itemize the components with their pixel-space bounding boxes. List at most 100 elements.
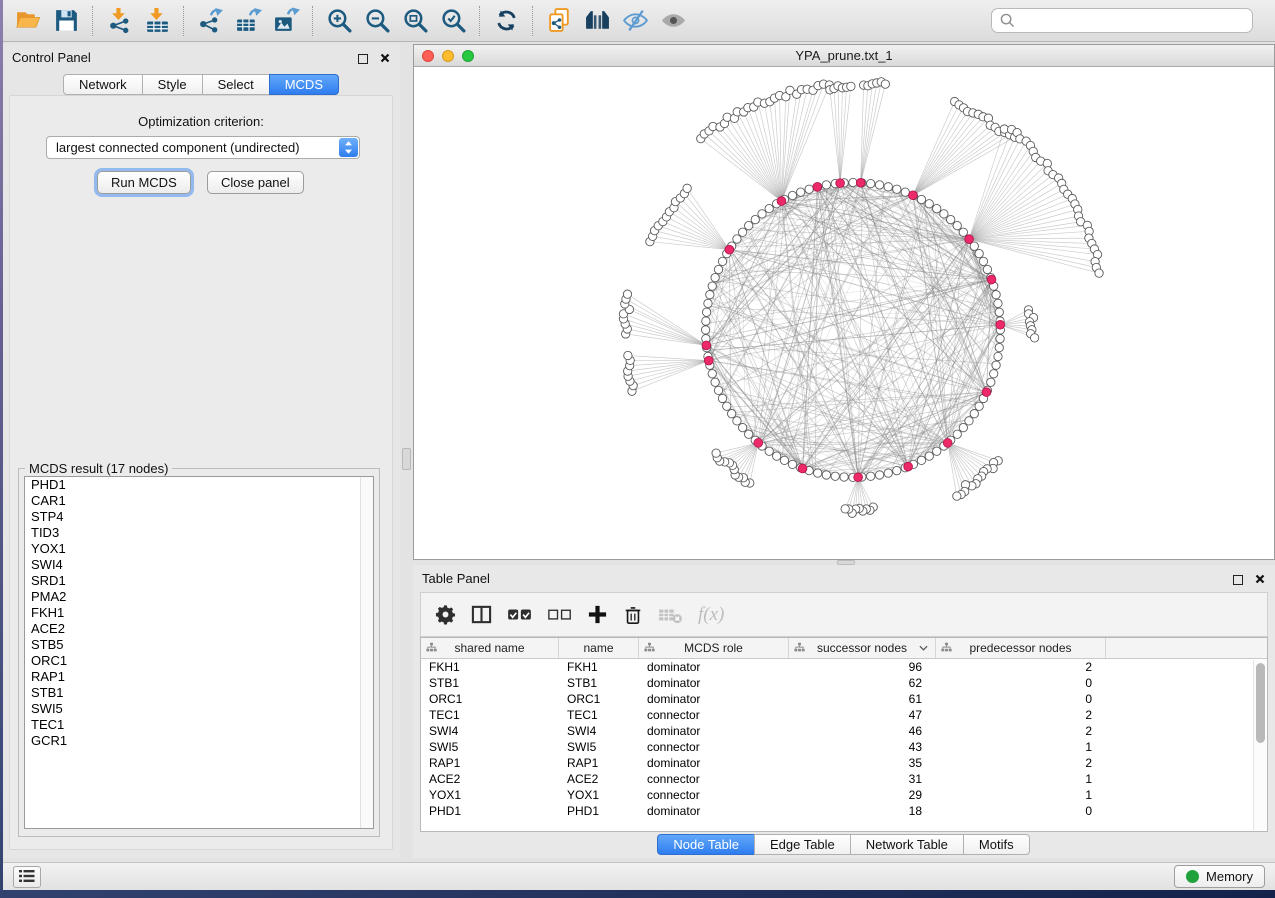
mcds-result-list[interactable]: PHD1CAR1STP4TID3YOX1SWI4SRD1PMA2FKH1ACE2… — [24, 476, 374, 829]
network-canvas[interactable] — [414, 67, 1274, 559]
optimization-criterion-select[interactable]: largest connected component (undirected) — [46, 136, 360, 159]
toolbar-separator — [312, 6, 313, 36]
mcds-result-item[interactable]: PMA2 — [25, 589, 373, 605]
mcds-result-item[interactable]: STP4 — [25, 509, 373, 525]
import-table-from-file-button[interactable] — [138, 3, 176, 39]
change-table-mode-button[interactable] — [435, 604, 456, 625]
zoom-fit-content-button[interactable] — [396, 3, 434, 39]
zoom-in-button[interactable] — [320, 3, 358, 39]
cell-name: SWI4 — [559, 723, 639, 739]
open-session-button[interactable] — [9, 3, 47, 39]
close-icon — [380, 51, 390, 66]
open-icon — [15, 7, 42, 34]
mcds-result-item[interactable]: SWI5 — [25, 701, 373, 717]
table-row[interactable]: SWI4SWI4dominator462 — [421, 723, 1267, 739]
cytoscape-app-window: Control Panel NetworkStyleSelectMCDS Opt… — [3, 0, 1275, 890]
mcds-result-item[interactable]: SRD1 — [25, 573, 373, 589]
new-network-from-selection-button[interactable] — [540, 3, 578, 39]
first-neighbors-button[interactable] — [578, 3, 616, 39]
tab-network-table[interactable]: Network Table — [850, 834, 964, 855]
toggle-panel-layout-button[interactable] — [471, 604, 492, 625]
table-row[interactable]: YOX1YOX1connector291 — [421, 787, 1267, 803]
mcds-result-item[interactable]: ORC1 — [25, 653, 373, 669]
network-window-titlebar[interactable]: YPA_prune.txt_1 — [414, 45, 1274, 67]
export-network-button[interactable] — [191, 3, 229, 39]
memory-button[interactable]: Memory — [1174, 865, 1265, 888]
mcds-result-item[interactable]: ACE2 — [25, 621, 373, 637]
apply-preferred-layout-button[interactable] — [487, 3, 525, 39]
column-header-shared-name[interactable]: shared name — [421, 638, 559, 658]
mcds-result-item[interactable]: TID3 — [25, 525, 373, 541]
column-header-successor-nodes[interactable]: successor nodes — [789, 638, 936, 658]
save-session-button[interactable] — [47, 3, 85, 39]
mcds-result-item[interactable]: PHD1 — [25, 477, 373, 493]
table-row[interactable]: STB1STB1dominator620 — [421, 675, 1267, 691]
delete-table-button[interactable] — [658, 605, 683, 625]
import-network-from-file-button[interactable] — [100, 3, 138, 39]
tab-motifs[interactable]: Motifs — [963, 834, 1030, 855]
table-scrollbar-thumb[interactable] — [1256, 663, 1265, 743]
table-row[interactable]: ACE2ACE2connector311 — [421, 771, 1267, 787]
attribute-tree-icon — [941, 642, 952, 653]
tab-edge-table[interactable]: Edge Table — [754, 834, 851, 855]
close-panel-action-button[interactable]: Close panel — [207, 171, 304, 194]
mcds-result-item[interactable]: GCR1 — [25, 733, 373, 749]
hide-selected-button[interactable] — [616, 3, 654, 39]
create-new-column-button[interactable] — [587, 604, 608, 625]
cell-successor-nodes: 46 — [789, 723, 936, 739]
control-panel-title: Control Panel — [12, 50, 91, 65]
mcds-result-item[interactable]: TEC1 — [25, 717, 373, 733]
cell-predecessor-nodes: 2 — [936, 755, 1106, 771]
zoom-out-icon — [364, 7, 391, 34]
close-panel-button[interactable] — [1255, 572, 1265, 587]
mcds-result-item[interactable]: FKH1 — [25, 605, 373, 621]
table-scrollbar[interactable] — [1253, 660, 1266, 830]
show-all-button[interactable] — [654, 3, 692, 39]
mcds-list-scrollbar[interactable] — [360, 477, 373, 828]
mcds-result-item[interactable]: YOX1 — [25, 541, 373, 557]
zoom-out-button[interactable] — [358, 3, 396, 39]
function-builder-button[interactable]: f(x) — [698, 604, 724, 626]
unselect-all-columns-button[interactable] — [547, 605, 572, 625]
table-row[interactable]: ORC1ORC1dominator610 — [421, 691, 1267, 707]
float-panel-button[interactable] — [358, 54, 368, 64]
export-table-button[interactable] — [229, 3, 267, 39]
mcds-result-item[interactable]: STB1 — [25, 685, 373, 701]
column-header-mcds-role[interactable]: MCDS role — [639, 638, 789, 658]
table-row[interactable]: FKH1FKH1dominator962 — [421, 659, 1267, 675]
tab-style[interactable]: Style — [142, 74, 203, 95]
delete-columns-button[interactable] — [623, 605, 643, 625]
select-stepper-icon — [339, 138, 358, 157]
vertical-splitter[interactable] — [400, 44, 413, 858]
mcds-result-item[interactable]: CAR1 — [25, 493, 373, 509]
mcds-result-item[interactable]: RAP1 — [25, 669, 373, 685]
select-all-columns-button[interactable] — [507, 605, 532, 625]
tab-node-table[interactable]: Node Table — [657, 834, 755, 855]
export-image-button[interactable] — [267, 3, 305, 39]
table-row[interactable]: SWI5SWI5connector431 — [421, 739, 1267, 755]
search-input[interactable] — [1020, 13, 1244, 28]
cell-name: FKH1 — [559, 659, 639, 675]
splitter-grip[interactable] — [402, 448, 411, 470]
search-box[interactable] — [991, 8, 1253, 33]
table-row[interactable]: TEC1TEC1connector472 — [421, 707, 1267, 723]
zoom-selected-button[interactable] — [434, 3, 472, 39]
float-panel-button[interactable] — [1233, 575, 1243, 585]
tab-network[interactable]: Network — [63, 74, 143, 95]
main-toolbar — [3, 0, 1275, 42]
tab-select[interactable]: Select — [202, 74, 270, 95]
cell-name: YOX1 — [559, 787, 639, 803]
tab-mcds[interactable]: MCDS — [269, 74, 339, 95]
column-header-predecessor-nodes[interactable]: predecessor nodes — [936, 638, 1106, 658]
close-panel-button[interactable] — [380, 51, 390, 66]
memory-status-icon — [1186, 870, 1199, 883]
ui-settings-button[interactable] — [13, 866, 41, 888]
table-row[interactable]: RAP1RAP1dominator352 — [421, 755, 1267, 771]
column-header-name[interactable]: name — [559, 638, 639, 658]
run-mcds-button[interactable]: Run MCDS — [97, 171, 191, 194]
mcds-result-item[interactable]: SWI4 — [25, 557, 373, 573]
cell-name: STB1 — [559, 675, 639, 691]
mcds-result-item[interactable]: STB5 — [25, 637, 373, 653]
zoom-check-icon — [440, 7, 467, 34]
table-row[interactable]: PHD1PHD1dominator180 — [421, 803, 1267, 819]
